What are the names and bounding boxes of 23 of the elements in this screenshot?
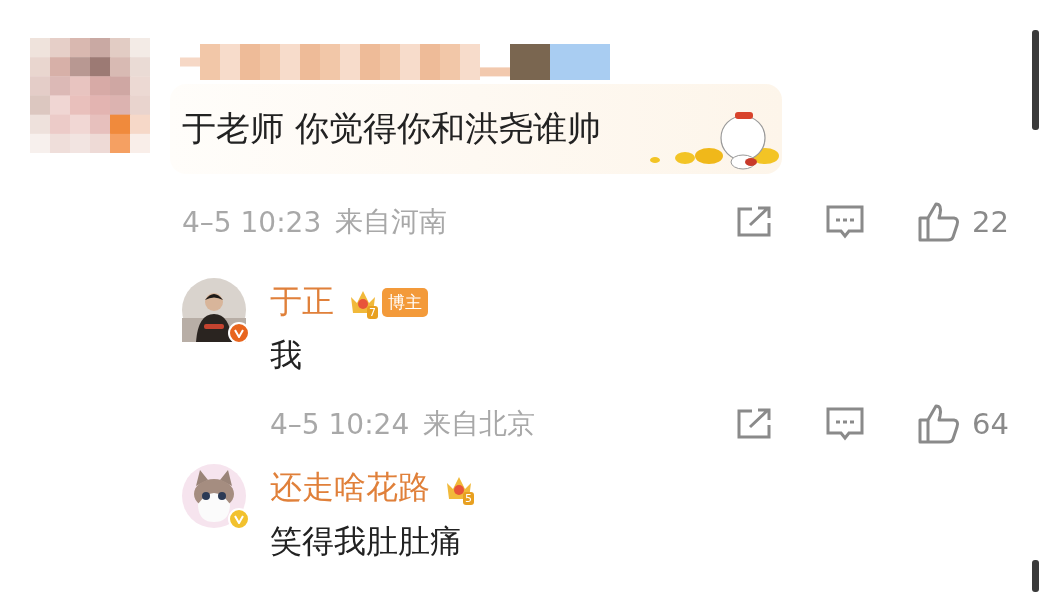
reply-location: 来自北京	[423, 406, 536, 442]
thumbs-up-icon[interactable]	[918, 404, 961, 444]
share-icon[interactable]	[736, 408, 773, 440]
like-count: 64	[972, 407, 1009, 441]
comment-time: 4–5 10:23	[182, 205, 322, 239]
comment-icon[interactable]	[826, 205, 865, 239]
reply-text: 我	[270, 335, 303, 376]
blurred-avatar[interactable]	[30, 38, 150, 153]
comment-location: 来自河南	[335, 204, 448, 240]
user-name[interactable]: 于正	[270, 280, 334, 324]
thumbs-up-icon[interactable]	[918, 202, 961, 242]
avatar[interactable]	[182, 464, 246, 528]
reply-text: 笑得我肚肚痛	[270, 521, 463, 562]
scrollbar[interactable]	[1032, 560, 1039, 592]
avatar[interactable]	[182, 278, 246, 342]
user-name[interactable]: 还走啥花路	[270, 466, 430, 510]
share-icon[interactable]	[736, 206, 773, 238]
comment-text: 于老师 你觉得你和洪尧谁帅	[182, 107, 601, 150]
reply-time: 4–5 10:24	[270, 407, 410, 441]
role-badge: 博主	[382, 287, 428, 317]
comment-icon[interactable]	[826, 407, 865, 441]
scrollbar[interactable]	[1032, 30, 1039, 130]
like-count: 22	[972, 205, 1009, 239]
